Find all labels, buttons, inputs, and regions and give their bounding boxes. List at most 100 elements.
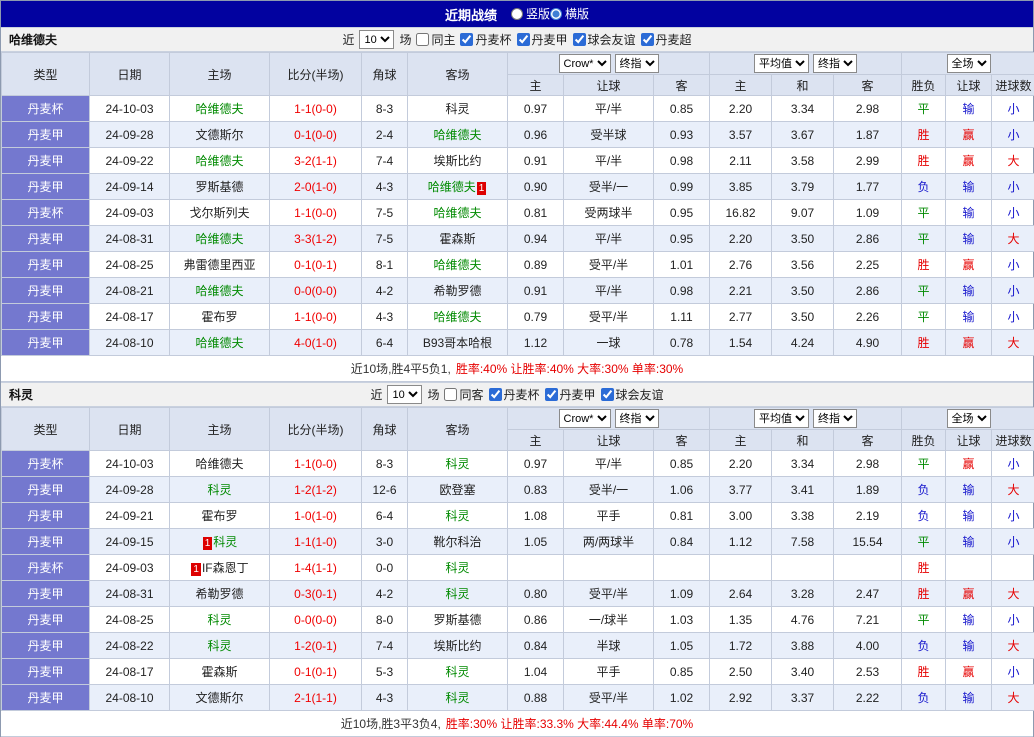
page-title: 近期战绩	[444, 7, 497, 23]
away-team-cell: 哈维德夫	[407, 251, 508, 278]
results-table: 类型 日期 主场 比分(半场) 角球 客场 Crow* 终指 平均值 终指 全场 主…	[1, 407, 1034, 711]
cell-odds-away: 1.03	[653, 606, 710, 633]
same-venue-checkbox-input[interactable]	[444, 388, 458, 401]
league-checkbox[interactable]: 丹麦甲	[516, 31, 568, 48]
cell-score: 1-1(0-0)	[269, 95, 362, 122]
sub-header-cell: 让球	[945, 74, 992, 96]
cell-date: 24-09-22	[89, 147, 170, 174]
odds-company-select[interactable]: Crow*	[558, 409, 611, 428]
league-checkbox[interactable]: 丹麦杯	[488, 386, 540, 403]
match-count-select[interactable]: 10	[359, 30, 395, 49]
red-card-badge: 1	[202, 537, 213, 550]
cell-league: 丹麦甲	[1, 147, 90, 174]
cell-avg-draw: 9.07	[771, 199, 834, 226]
cell-handicap-result: 输	[945, 225, 992, 252]
league-checkbox[interactable]: 丹麦杯	[460, 31, 512, 48]
cell-avg-home: 2.21	[709, 277, 772, 304]
same-venue-checkbox-input[interactable]	[416, 33, 430, 46]
cell-odds-handicap: 受半/一	[563, 476, 654, 503]
view-mode-radios: 竖版 横版	[510, 5, 589, 23]
avg-source-select[interactable]: 平均值	[754, 409, 809, 428]
th-corner: 角球	[361, 52, 408, 96]
cell-odds-handicap: 一球	[563, 329, 654, 356]
home-team-cell-label: IF森恩丁	[201, 561, 249, 575]
avg-source-select[interactable]: 平均值	[754, 54, 809, 73]
cell-handicap-result: 赢	[945, 580, 992, 607]
summary-rates: 胜率:30% 让胜率:33.3% 大率:44.4% 单率:70%	[445, 717, 694, 731]
cell-league: 丹麦甲	[1, 606, 90, 633]
scope-select[interactable]: 全场	[946, 54, 991, 73]
cell-handicap-result: 赢	[945, 121, 992, 148]
avg-period-select[interactable]: 终指	[813, 409, 857, 428]
scope-select[interactable]: 全场	[946, 409, 991, 428]
cell-result: 负	[901, 476, 946, 503]
home-team-cell: 希勒罗德	[169, 580, 270, 607]
cell-avg-home: 2.20	[709, 450, 772, 477]
sub-header-cell: 客	[833, 74, 902, 96]
match-count-select[interactable]: 10	[387, 385, 423, 404]
cell-odds-home: 1.12	[507, 329, 564, 356]
cell-result: 胜	[901, 580, 946, 607]
league-checkbox-input[interactable]	[516, 33, 530, 46]
league-checkbox[interactable]: 球会友谊	[600, 386, 664, 403]
odds-period-select[interactable]: 终指	[614, 409, 659, 428]
home-team-cell: 弗雷德里西亚	[169, 251, 270, 278]
cell-result: 负	[901, 684, 946, 711]
cell-avg-away: 1.87	[833, 121, 902, 148]
away-team-cell: 科灵	[407, 502, 508, 529]
cell-goals	[990, 554, 1034, 581]
home-team-cell: 文德斯尔	[169, 684, 270, 711]
cell-avg-home: 2.20	[709, 95, 772, 122]
cell-corner: 4-2	[361, 277, 408, 304]
cell-date: 24-08-21	[89, 277, 170, 304]
cell-avg-draw: 3.67	[771, 121, 834, 148]
avg-period-select[interactable]: 终指	[813, 54, 857, 73]
league-checkbox-input[interactable]	[640, 33, 654, 46]
view-mode-radio[interactable]	[510, 7, 523, 20]
table-row: 丹麦甲 24-09-21 霍布罗 1-0(1-0) 6-4 科灵 1.08 平手 0.81 3.0…	[1, 502, 1034, 529]
table-row: 丹麦杯 24-09-03 1 IF森恩丁 1-4(1-1) 0-0 科灵胜	[1, 554, 1034, 581]
cell-league: 丹麦杯	[1, 450, 90, 477]
cell-avg-away: 1.09	[833, 199, 902, 226]
view-mode-radio[interactable]	[550, 7, 562, 20]
league-checkbox-input[interactable]	[544, 388, 558, 401]
away-team-cell: 埃斯比约	[407, 147, 508, 174]
away-team-cell: 希勒罗德	[407, 277, 508, 304]
cell-avg-away: 2.86	[833, 225, 902, 252]
away-team-cell: 科灵	[407, 684, 508, 711]
cell-result: 胜	[901, 554, 946, 581]
away-team-cell: 哈维德夫	[407, 199, 508, 226]
home-team-cell: 科灵	[169, 632, 270, 659]
home-team-cell-label: 科灵	[207, 483, 232, 497]
away-team-cell: 霍森斯	[407, 225, 508, 252]
same-venue-checkbox[interactable]: 同主	[416, 31, 455, 48]
cell-odds-away: 0.85	[653, 450, 710, 477]
away-team-cell-label: 罗斯基德	[433, 613, 482, 627]
league-checkbox-input[interactable]	[600, 388, 614, 401]
odds-company-select[interactable]: Crow*	[558, 54, 611, 73]
cell-odds-away: 0.85	[653, 95, 710, 122]
cell-date: 24-08-10	[89, 684, 170, 711]
odds-period-select[interactable]: 终指	[614, 54, 659, 73]
league-checkbox[interactable]: 丹麦超	[640, 31, 692, 48]
cell-corner: 7-5	[361, 199, 408, 226]
league-checkbox-input[interactable]	[488, 388, 502, 401]
league-checkbox[interactable]: 丹麦甲	[544, 386, 596, 403]
view-mode-option[interactable]: 竖版	[510, 5, 550, 22]
league-checkbox-input[interactable]	[460, 33, 474, 46]
cell-avg-draw: 3.50	[771, 277, 834, 304]
cell-goals: 小	[990, 658, 1034, 685]
cell-date: 24-09-28	[89, 476, 170, 503]
cell-avg-home: 3.85	[709, 173, 772, 200]
cell-avg-home: 2.50	[709, 658, 772, 685]
same-venue-checkbox[interactable]: 同客	[444, 386, 484, 403]
home-team-cell-label: 哈维德夫	[195, 457, 244, 471]
league-checkbox[interactable]: 球会友谊	[572, 31, 636, 48]
home-team-cell-label: 戈尔斯列夫	[189, 206, 250, 220]
view-mode-option[interactable]: 横版	[550, 5, 589, 22]
cell-odds-away: 0.93	[653, 121, 710, 148]
cell-date: 24-08-25	[89, 251, 170, 278]
title-bar: 近期战绩 竖版 横版	[1, 1, 1033, 27]
league-checkbox-input[interactable]	[572, 33, 586, 46]
cell-score: 0-3(0-1)	[269, 580, 362, 607]
